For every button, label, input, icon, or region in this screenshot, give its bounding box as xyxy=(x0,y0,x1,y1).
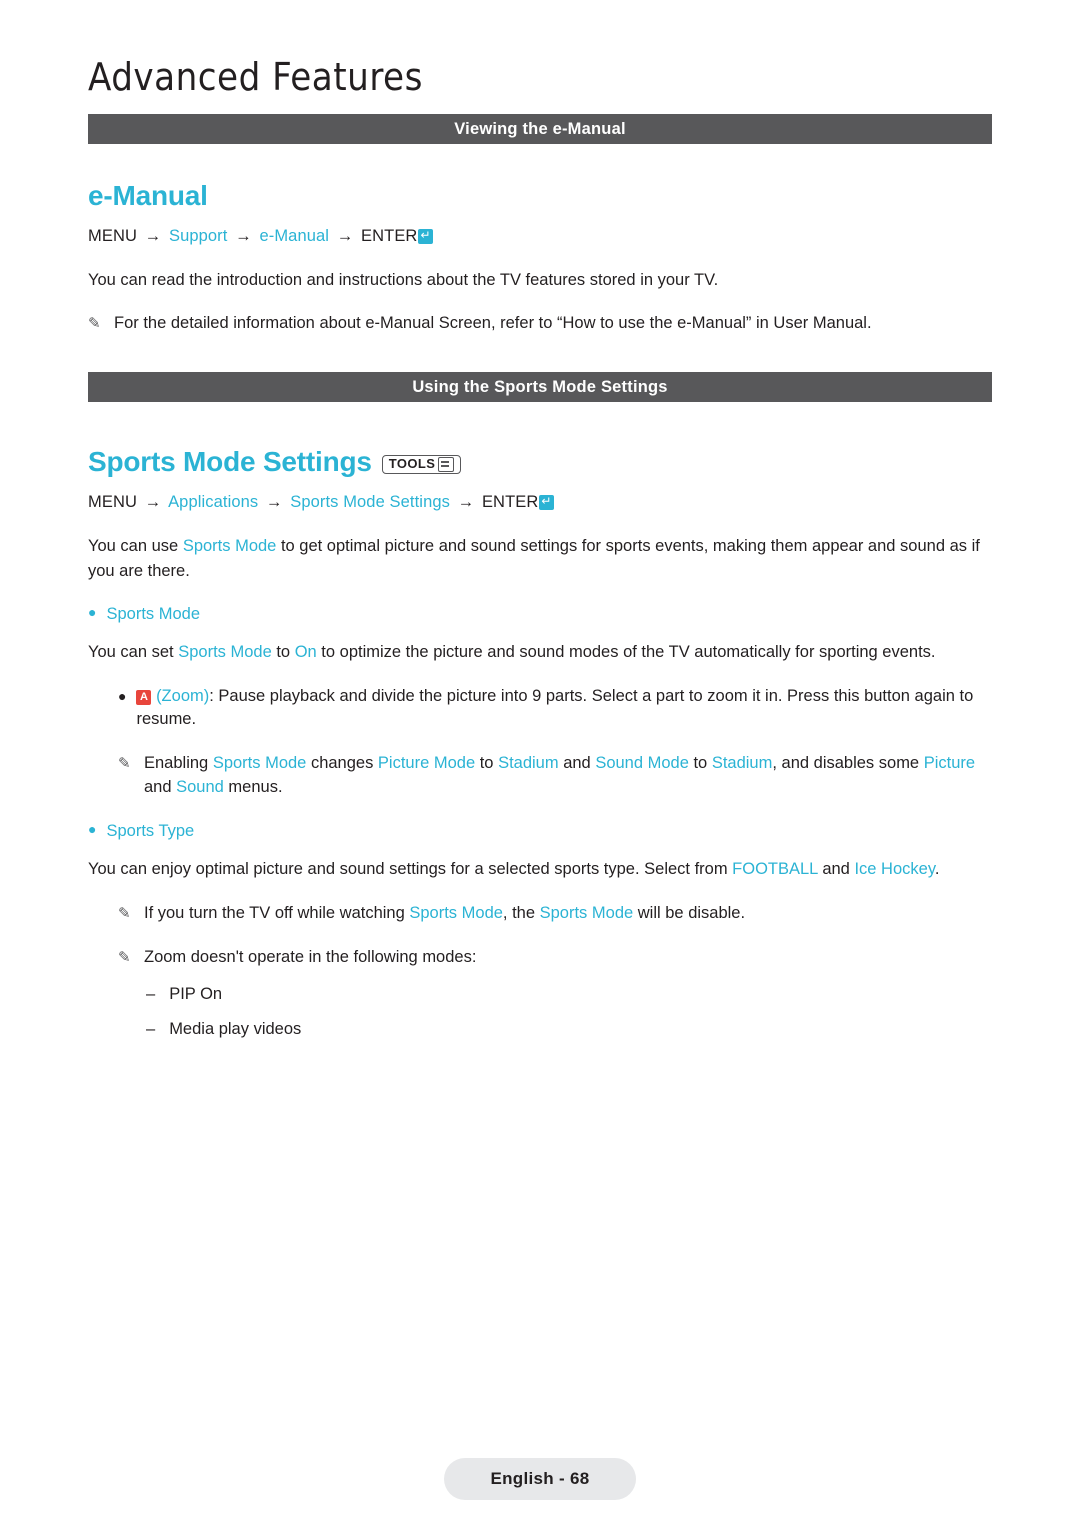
sm-body-2: to xyxy=(271,643,295,662)
note-en-1: Sports Mode xyxy=(212,754,307,773)
menu-path-arrow-1: → xyxy=(144,227,162,245)
note-turn-off-text: If you turn the TV off while watching Sp… xyxy=(144,902,745,926)
menu-path-item-applications: Applications xyxy=(168,493,259,512)
pencil-icon: ✎ xyxy=(88,315,101,333)
tools-icon xyxy=(438,456,455,472)
bullet-sports-type: ● Sports Type xyxy=(88,822,992,841)
note-en-6: and xyxy=(558,754,596,773)
page-footer: English - 68 xyxy=(0,1458,1080,1500)
sm-body-0: You can set xyxy=(88,643,179,662)
dash-icon-2: – xyxy=(146,1020,156,1039)
menu-path-2-arrow-2: → xyxy=(265,493,283,512)
note-off-1: Sports Mode xyxy=(409,903,503,922)
bullet-dot-icon-2: ● xyxy=(88,821,97,838)
menu-path-item-support: Support xyxy=(168,227,228,245)
dash-item-media-play-label: Media play videos xyxy=(169,1020,302,1039)
note-en-0: Enabling xyxy=(144,754,213,773)
bullet-sports-mode: ● Sports Mode xyxy=(88,605,992,624)
menu-path-2-arrow-3: → xyxy=(457,493,475,512)
enter-key-icon xyxy=(418,227,434,244)
menu-path-2-menu: MENU xyxy=(88,493,137,512)
note-en-7: Sound Mode xyxy=(595,754,689,773)
st-body-0: You can enjoy optimal picture and sound … xyxy=(88,860,733,879)
note-en-10: , and disables some xyxy=(772,754,924,773)
paragraph-sports-type-body: You can enjoy optimal picture and sound … xyxy=(88,857,992,881)
note-e-manual: ✎ For the detailed information about e-M… xyxy=(88,312,992,336)
note-en-8: to xyxy=(688,754,712,773)
menu-path-2-enter: ENTER xyxy=(481,493,539,512)
sub-bullet-dot-icon: ● xyxy=(118,687,127,704)
section-bar-e-manual: Viewing the e-Manual xyxy=(88,114,992,144)
note-en-14: menus. xyxy=(223,778,283,797)
dash-icon-1: – xyxy=(146,985,156,1004)
menu-path-item-sports-mode-settings: Sports Mode Settings xyxy=(290,493,450,512)
page-number-badge: English - 68 xyxy=(444,1458,636,1500)
st-body-3: Ice Hockey xyxy=(854,860,935,879)
zoom-label: (Zoom) xyxy=(156,686,210,705)
note-enabling-text: Enabling Sports Mode changes Picture Mod… xyxy=(144,752,992,800)
note-en-12: and xyxy=(144,778,177,797)
tools-badge: TOOLS xyxy=(381,454,462,474)
menu-path-sports-mode: MENU → Applications → Sports Mode Settin… xyxy=(88,492,992,512)
bullet-sports-mode-label: Sports Mode xyxy=(106,605,201,624)
paragraph-sports-mode-intro: You can use Sports Mode to get optimal p… xyxy=(88,534,992,583)
pencil-icon-4: ✎ xyxy=(118,948,131,966)
menu-path-arrow-3: → xyxy=(336,227,354,245)
note-off-0: If you turn the TV off while watching xyxy=(144,903,410,922)
note-off-3: Sports Mode xyxy=(539,903,634,922)
heading-e-manual: e-Manual xyxy=(88,180,992,212)
bullet-dot-icon: ● xyxy=(88,604,97,621)
menu-path-menu: MENU xyxy=(88,227,137,245)
note-off-4: will be disable. xyxy=(633,903,746,922)
sub-bullet-zoom-text: : Pause playback and divide the picture … xyxy=(136,686,974,729)
st-body-1: FOOTBALL xyxy=(732,860,818,879)
menu-path-2-arrow-1: → xyxy=(144,493,162,512)
dash-item-pip-on-label: PIP On xyxy=(169,985,223,1004)
heading-sports-mode-text: Sports Mode Settings xyxy=(88,446,372,478)
pencil-icon-2: ✎ xyxy=(118,755,131,773)
intro-highlight: Sports Mode xyxy=(182,537,277,556)
heading-sports-mode-settings: Sports Mode Settings TOOLS xyxy=(88,446,992,478)
st-body-4: . xyxy=(934,860,940,879)
section-bar-sports-mode: Using the Sports Mode Settings xyxy=(88,372,992,403)
st-body-2: and xyxy=(817,860,855,879)
note-off-2: , the xyxy=(502,903,540,922)
menu-path-enter: ENTER xyxy=(361,227,418,245)
menu-path-arrow-2: → xyxy=(235,227,252,245)
heading-e-manual-text: e-Manual xyxy=(88,180,208,211)
note-turn-off-tv: ✎ If you turn the TV off while watching … xyxy=(118,902,992,926)
dash-item-media-play: – Media play videos xyxy=(146,1020,992,1039)
pencil-icon-3: ✎ xyxy=(118,904,131,922)
intro-part-1: You can use xyxy=(88,537,183,556)
sub-bullet-zoom-content: A (Zoom): Pause playback and divide the … xyxy=(136,685,992,733)
section-bar-label-2: Using the Sports Mode Settings xyxy=(412,377,668,396)
note-zoom-modes: ✎ Zoom doesn't operate in the following … xyxy=(118,946,992,970)
sm-body-4: to optimize the picture and sound modes … xyxy=(316,643,936,662)
note-enabling-sports-mode: ✎ Enabling Sports Mode changes Picture M… xyxy=(118,752,992,800)
bullet-sports-type-label: Sports Type xyxy=(106,822,195,841)
sm-body-1: Sports Mode xyxy=(178,643,272,662)
section-bar-label: Viewing the e-Manual xyxy=(454,119,626,138)
sm-body-3: On xyxy=(294,643,317,662)
a-button-badge: A xyxy=(136,689,152,705)
sub-bullet-zoom: ● A (Zoom): Pause playback and divide th… xyxy=(118,685,992,733)
note-en-5: Stadium xyxy=(498,754,559,773)
note-en-3: Picture Mode xyxy=(377,754,476,773)
enter-key-icon-2 xyxy=(539,493,555,511)
paragraph-sports-mode-body: You can set Sports Mode to On to optimiz… xyxy=(88,640,992,664)
dash-item-pip-on: – PIP On xyxy=(146,985,992,1004)
note-en-9: Stadium xyxy=(711,754,773,773)
note-en-11: Picture xyxy=(923,754,976,773)
manual-page: Advanced Features Viewing the e-Manual e… xyxy=(0,0,1080,1534)
tools-badge-label: TOOLS xyxy=(388,456,436,472)
note-e-manual-text: For the detailed information about e-Man… xyxy=(114,314,872,333)
note-en-2: changes xyxy=(306,754,378,773)
menu-path-e-manual: MENU → Support → e-Manual → ENTER xyxy=(88,226,992,246)
note-en-4: to xyxy=(475,754,499,773)
menu-path-item-e-manual: e-Manual xyxy=(259,227,330,245)
page-title: Advanced Features xyxy=(88,55,423,99)
note-zoom-modes-text: Zoom doesn't operate in the following mo… xyxy=(144,947,477,966)
note-en-13: Sound xyxy=(176,778,224,797)
paragraph-e-manual-intro: You can read the introduction and instru… xyxy=(88,271,719,289)
